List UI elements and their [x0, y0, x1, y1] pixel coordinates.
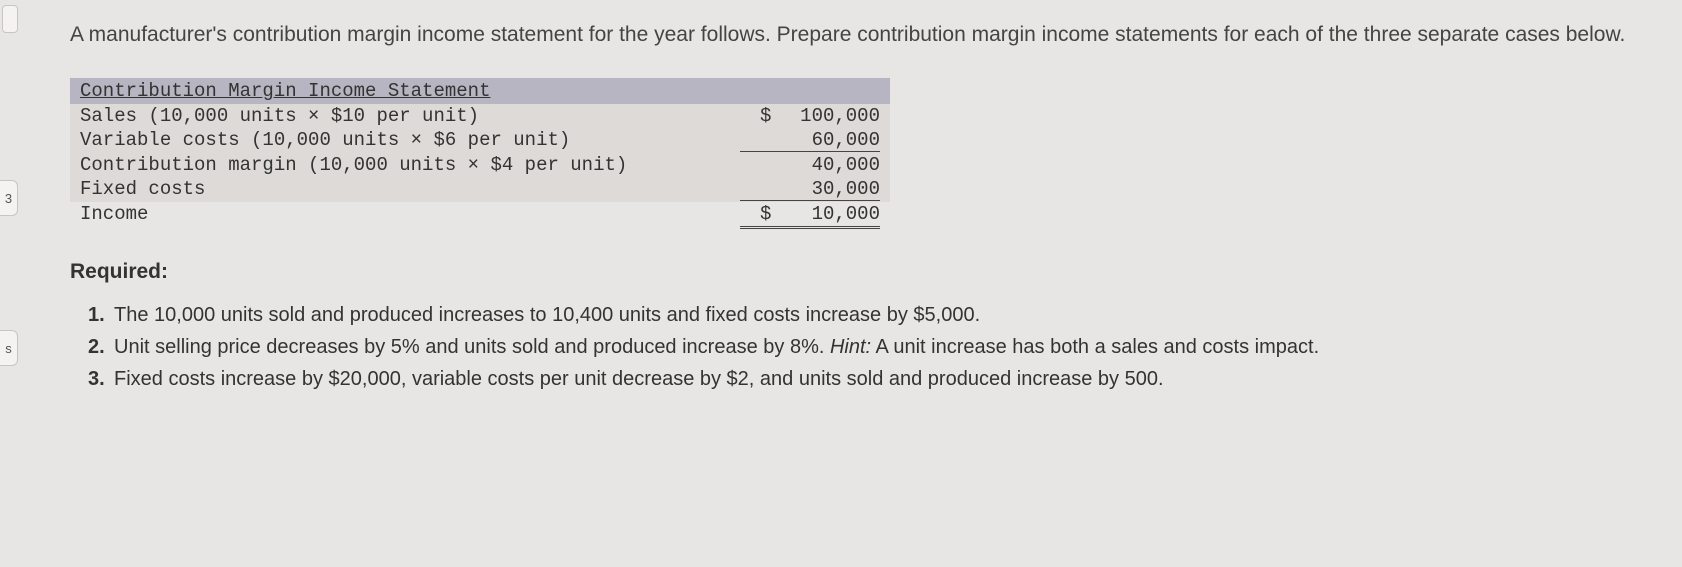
- row-contribution-value: 40,000: [740, 154, 880, 176]
- required-item-1-num: 1.: [88, 300, 114, 330]
- required-item-1-text: The 10,000 units sold and produced incre…: [114, 300, 1642, 330]
- required-item-3: 3. Fixed costs increase by $20,000, vari…: [88, 364, 1642, 394]
- required-item-3-num: 3.: [88, 364, 114, 394]
- row-variable-costs: Variable costs (10,000 units × $6 per un…: [70, 128, 890, 153]
- row-fixed-value: 30,000: [740, 178, 880, 201]
- side-tab-1[interactable]: 3: [0, 180, 18, 216]
- row-sales: Sales (10,000 units × $10 per unit) 100,…: [70, 104, 890, 128]
- side-tab-2[interactable]: s: [0, 330, 18, 366]
- req2-before: Unit selling price decreases by 5% and u…: [114, 336, 830, 358]
- income-statement: Contribution Margin Income Statement Sal…: [70, 78, 890, 230]
- row-contribution-label: Contribution margin (10,000 units × $4 p…: [80, 154, 740, 176]
- required-item-1: 1. The 10,000 units sold and produced in…: [88, 300, 1642, 330]
- side-tab-2-label: s: [5, 341, 12, 356]
- required-heading: Required:: [70, 260, 1642, 284]
- side-tab-1-label: 3: [5, 191, 12, 206]
- row-variable-label: Variable costs (10,000 units × $6 per un…: [80, 129, 740, 152]
- row-income: Income 10,000: [70, 202, 890, 230]
- row-variable-value: 60,000: [740, 129, 880, 152]
- required-item-2-num: 2.: [88, 332, 114, 362]
- required-item-2: 2. Unit selling price decreases by 5% an…: [88, 332, 1642, 362]
- side-tab-top: [2, 5, 18, 33]
- statement-title: Contribution Margin Income Statement: [70, 78, 890, 104]
- row-contribution-margin: Contribution margin (10,000 units × $4 p…: [70, 153, 890, 177]
- required-item-2-text: Unit selling price decreases by 5% and u…: [114, 332, 1642, 362]
- main-content: A manufacturer's contribution margin inc…: [70, 20, 1642, 394]
- intro-text: A manufacturer's contribution margin inc…: [70, 20, 1642, 50]
- req2-hint-label: Hint:: [830, 336, 871, 358]
- required-item-3-text: Fixed costs increase by $20,000, variabl…: [114, 364, 1642, 394]
- req2-after: A unit increase has both a sales and cos…: [871, 336, 1319, 358]
- required-list: 1. The 10,000 units sold and produced in…: [70, 300, 1642, 394]
- row-sales-label: Sales (10,000 units × $10 per unit): [80, 105, 740, 127]
- row-income-label: Income: [80, 203, 740, 229]
- row-fixed-costs: Fixed costs 30,000: [70, 177, 890, 202]
- row-sales-value: 100,000: [740, 105, 880, 127]
- row-fixed-label: Fixed costs: [80, 178, 740, 201]
- row-income-value: 10,000: [740, 203, 880, 229]
